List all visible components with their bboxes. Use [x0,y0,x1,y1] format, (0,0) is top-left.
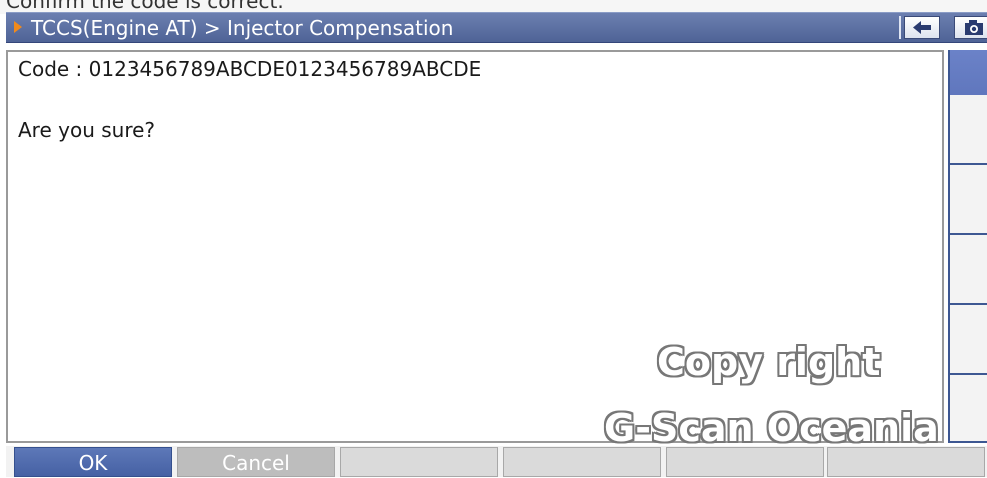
watermark-line-2: G-Scan Oceania [604,406,939,450]
page-title: TCCS(Engine AT) > Injector Compensation [31,16,454,40]
scroll-segment[interactable] [948,305,987,375]
scroll-segment[interactable] [948,375,987,443]
camera-icon [965,20,983,35]
softkey-4[interactable] [503,447,661,477]
back-arrow-icon [913,21,931,34]
scroll-column[interactable] [944,50,987,443]
cancel-button[interactable]: Cancel [177,447,335,477]
title-divider [899,16,901,39]
softkey-bar: OK Cancel [6,446,987,477]
scroll-segment[interactable] [948,235,987,305]
confirm-prompt: Are you sure? [18,118,156,142]
softkey-6[interactable] [827,447,985,477]
screenshot-button[interactable] [954,16,987,39]
ok-button[interactable]: OK [14,447,172,477]
scroll-segment[interactable] [948,95,987,165]
code-text: Code : 0123456789ABCDE0123456789ABCDE [18,57,482,81]
back-button[interactable] [904,16,940,39]
message-panel: Code : 0123456789ABCDE0123456789ABCDE Ar… [6,50,944,443]
title-arrow-icon [14,21,22,33]
scroll-segment[interactable] [948,165,987,235]
softkey-3[interactable] [340,447,498,477]
watermark-line-1: Copy right [657,340,881,384]
title-bar: TCCS(Engine AT) > Injector Compensation [6,12,987,43]
softkey-5[interactable] [666,447,824,477]
